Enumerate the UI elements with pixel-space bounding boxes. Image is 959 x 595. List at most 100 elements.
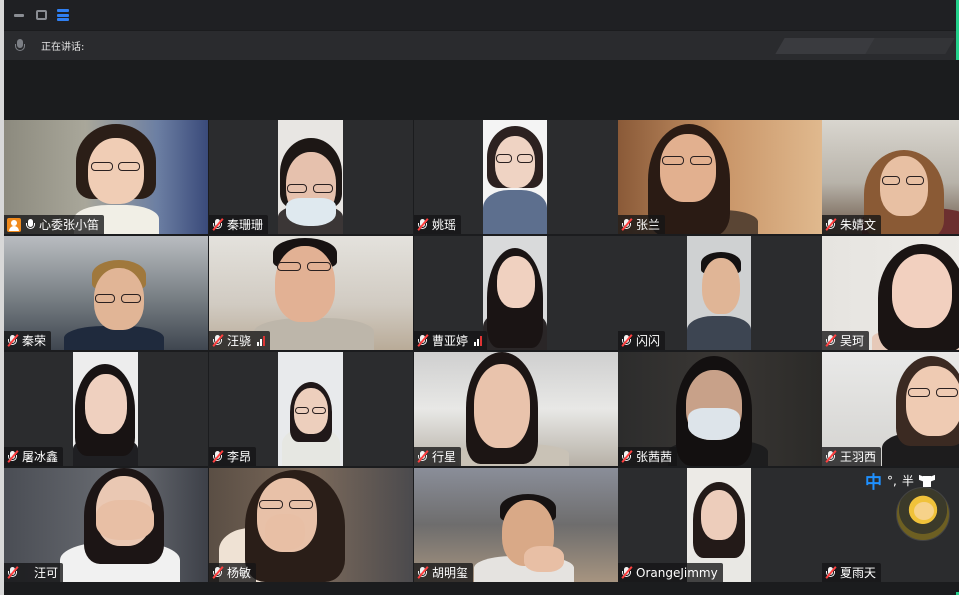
participant-nametag: 秦荣 [4,331,52,350]
participant-nametag: 汪可 [4,563,64,582]
participant-nametag: 曹亚婷 [414,331,488,350]
participant-tile[interactable]: 屠冰鑫 [4,352,208,466]
participant-name: 汪骁 [227,334,252,348]
participant-tile[interactable]: 张兰 [618,120,822,234]
participant-tile[interactable]: 胡明玺 [414,468,618,582]
participant-name: OrangeJimmy [636,565,718,580]
muted-microphone-icon [825,334,837,347]
participant-nametag: 闪闪 [618,331,666,350]
participant-nametag: 行星 [414,447,462,466]
participant-nametag: 吴珂 [822,331,870,350]
muted-microphone-icon [212,566,224,579]
signal-strength-icon [474,335,483,346]
host-icon [7,217,21,232]
video-feed [483,236,547,350]
participant-name: 屠冰鑫 [22,450,59,464]
participant-nametag: 心委张小笛 [4,215,105,234]
participant-tile[interactable]: 朱婧文 [822,120,959,234]
muted-microphone-icon [212,450,224,463]
speaking-label: 正在讲话: [41,42,85,53]
participant-nametag: 张茜茜 [618,447,678,466]
participant-tile[interactable]: OrangeJimmy [618,468,822,582]
minimize-button[interactable] [12,8,26,22]
muted-microphone-icon [825,450,837,463]
participant-nametag: 屠冰鑫 [4,447,64,466]
participant-name: 吴珂 [840,334,865,348]
participant-name: 王羽西 [840,450,877,464]
participant-name: 秦荣 [22,334,47,348]
participant-name: 汪可 [34,566,59,580]
video-feed [687,236,751,350]
video-feed [278,120,343,234]
skin-shirt-icon[interactable] [918,474,935,487]
participant-name: 心委张小笛 [39,218,100,232]
participant-nametag: 胡明玺 [414,563,474,582]
layout-list-icon [57,9,69,21]
participant-tile[interactable]: 心委张小笛 [4,120,208,234]
maximize-icon [35,10,47,20]
participant-tile[interactable]: 秦珊珊 [209,120,413,234]
participant-tile[interactable]: 张茜茜 [618,352,822,466]
participant-name: 姚瑶 [432,218,457,232]
participant-name: 张兰 [636,218,661,232]
muted-microphone-icon [417,450,429,463]
participant-tile[interactable]: 李昂 [209,352,413,466]
muted-microphone-icon [621,334,633,347]
muted-microphone-icon [417,566,429,579]
layout-button[interactable] [56,8,70,22]
ime-mode-toggle[interactable]: 中 [865,468,882,493]
bottom-strip [4,582,956,595]
muted-microphone-icon [621,566,633,579]
participant-tile[interactable]: 王羽西 [822,352,959,466]
minimize-icon [14,13,24,17]
participant-nametag: 汪骁 [209,331,271,350]
participant-nametag: 秦珊珊 [209,215,269,234]
participant-tile[interactable]: 行星 [414,352,618,466]
participant-nametag: 姚瑶 [414,215,462,234]
muted-microphone-icon [417,218,429,231]
participant-tile[interactable]: 汪骁 [209,236,413,350]
participant-name: 杨敏 [227,566,252,580]
microphone-icon [26,218,36,231]
microphone-icon [13,38,27,54]
toolbar-decoration [865,38,955,54]
signal-strength-icon [257,335,266,346]
participant-name: 闪闪 [636,334,661,348]
participant-nametag: 王羽西 [822,447,882,466]
muted-microphone-icon [417,334,429,347]
muted-microphone-icon [7,566,19,579]
participant-name: 朱婧文 [840,218,877,232]
participant-name: 秦珊珊 [227,218,264,232]
video-grid: 心委张小笛 秦珊珊 姚瑶 张兰 朱婧文 秦荣 汪骁 曹亚婷 闪闪 吴珂 屠冰鑫 … [4,120,959,582]
participant-tile[interactable]: 秦荣 [4,236,208,350]
ime-punctuation-toggle[interactable]: °, [887,474,897,488]
participant-nametag: 夏雨天 [822,563,882,582]
meeting-window: 正在讲话: 心委张小笛 秦珊珊 姚瑶 张兰 朱婧文 秦荣 汪骁 曹亚婷 闪闪 吴… [0,0,959,595]
ime-avatar[interactable] [896,487,950,541]
muted-microphone-icon [825,218,837,231]
participant-tile[interactable]: 杨敏 [209,468,413,582]
maximize-button[interactable] [34,8,48,22]
title-bar [4,0,956,30]
video-feed [73,352,138,466]
video-feed [483,120,547,234]
participant-nametag: 李昂 [209,447,257,466]
muted-microphone-icon [825,566,837,579]
participant-name: 胡明玺 [432,566,469,580]
participant-nametag: 朱婧文 [822,215,882,234]
participant-name: 张茜茜 [636,450,673,464]
participant-tile[interactable]: 闪闪 [618,236,822,350]
participant-tile[interactable]: 曹亚婷 [414,236,618,350]
participant-tile[interactable]: 吴珂 [822,236,959,350]
participant-name: 夏雨天 [840,566,877,580]
participant-nametag: 杨敏 [209,563,257,582]
muted-microphone-icon [7,450,19,463]
participant-name: 行星 [432,450,457,464]
participant-nametag: 张兰 [618,215,666,234]
participant-tile[interactable]: 姚瑶 [414,120,618,234]
participant-tile[interactable]: 汪可 [4,468,208,582]
muted-microphone-icon [7,334,19,347]
muted-microphone-icon [621,450,633,463]
video-feed [278,352,343,466]
ime-width-toggle[interactable]: 半 [902,472,914,489]
